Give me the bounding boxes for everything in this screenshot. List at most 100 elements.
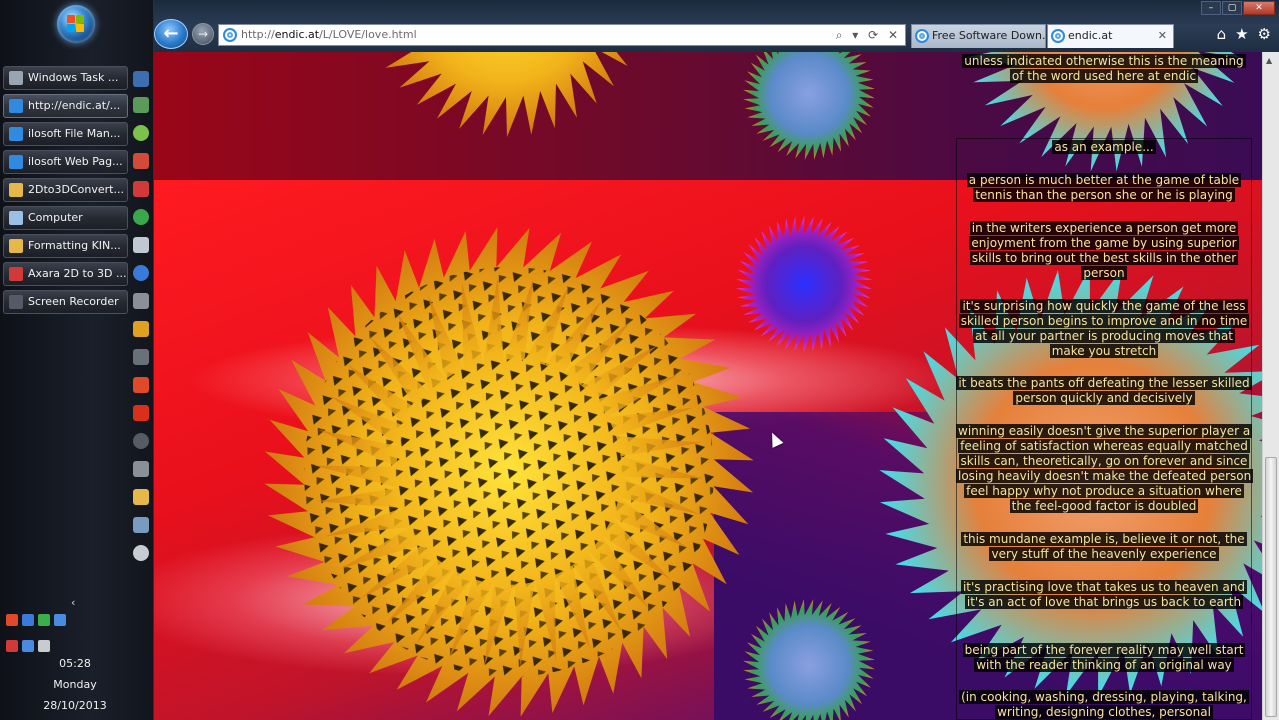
paragraph: it beats the pants off defeating the les… [956,376,1252,406]
scroll-up-arrow-icon[interactable]: ▲ [1266,56,1272,65]
taskbar-item-label: ilosoft File Man... [28,127,121,140]
url-path: /L/LOVE/love.html [319,28,417,41]
taskbar-item[interactable]: ilosoft Web Pag... [3,150,128,174]
tab-endic[interactable]: endic.at ✕ [1047,24,1174,48]
tray-app-icon[interactable] [38,614,50,626]
tray-app-icon[interactable] [22,614,34,626]
paragraph: a person is much better at the game of t… [956,173,1252,203]
quicklaunch-app-icon[interactable] [133,153,149,169]
quicklaunch-camera-icon[interactable] [133,293,149,309]
taskbar-item[interactable]: Screen Recorder [3,290,128,314]
quicklaunch-film-icon[interactable] [133,349,149,365]
close-button[interactable]: ✕ [1243,1,1275,15]
url-host: endic.at [274,28,320,41]
paragraph-text: this mundane example is, believe it or n… [961,532,1247,561]
paragraph-text: unless indicated otherwise this is the m… [962,54,1246,83]
browser-right-icons: ⌂ ★ ⚙ [1217,25,1271,43]
site-ie-icon [223,28,237,42]
quicklaunch-app-icon[interactable] [133,461,149,477]
clock-day: Monday [53,678,97,691]
ie-icon [9,127,23,141]
address-bar[interactable]: http://endic.at/L/LOVE/love.html ⌕ ▾ ⟳ ✕ [218,24,906,46]
clock-time[interactable]: 05:28 [0,657,150,670]
show-hidden-icons-chevron-icon[interactable]: ‹ [71,596,75,609]
taskbar-item[interactable]: Computer [3,206,128,230]
task-manager-icon [9,71,23,85]
taskbar-item-label: 2Dto3DConvert... [28,183,124,196]
quicklaunch-filezilla-icon[interactable] [133,405,149,421]
taskbar-item-label: Formatting KIN... [28,239,121,252]
paragraph-text: it's surprising how quickly the game of … [958,299,1250,358]
tray-app-icon[interactable] [54,614,66,626]
text-panel: unless indicated otherwise this is the m… [956,52,1254,720]
paragraph-text: a person is much better at the game of t… [966,173,1242,202]
paragraph-text: (in cooking, washing, dressing, playing,… [959,690,1249,719]
browser-toolbar: – ▢ ✕ ← → http://endic.at/L/LOVE/love.ht… [154,0,1279,52]
maximize-button[interactable]: ▢ [1222,1,1242,15]
start-button[interactable] [57,5,95,43]
taskbar-item-label: Screen Recorder [28,295,119,308]
paragraph: in the writers experience a person get m… [956,221,1252,281]
address-tools-icon[interactable]: ⌕ ▾ ⟳ ✕ [836,25,901,45]
tray-network-icon[interactable] [22,640,34,652]
windows-logo-icon [67,15,85,33]
quicklaunch-app-icon[interactable] [133,181,149,197]
url-prefix: http:// [241,28,275,41]
taskbar-item[interactable]: Axara 2D to 3D ... [3,262,128,286]
quicklaunch-folder-icon[interactable] [133,489,149,505]
taskbar-item[interactable]: 2Dto3DConvert... [3,178,128,202]
tab-close-icon[interactable]: ✕ [1158,25,1167,47]
quicklaunch-app-icon[interactable] [133,377,149,393]
taskbar-item-label: Axara 2D to 3D ... [28,267,127,280]
page-viewport[interactable]: unless indicated otherwise this is the m… [154,52,1262,720]
favorites-star-icon[interactable]: ★ [1235,25,1248,43]
computer-icon [9,211,23,225]
recorder-icon [9,295,23,309]
quicklaunch-notepad-icon[interactable] [133,237,149,253]
tray-flag-icon[interactable] [6,640,18,652]
taskbar-item[interactable]: http://endic.at/... [3,94,128,118]
tray-app-icon[interactable] [6,614,18,626]
paragraph: this mundane example is, believe it or n… [956,532,1252,562]
scroll-thumb[interactable] [1265,457,1277,717]
tools-gear-icon[interactable]: ⚙ [1258,25,1271,43]
taskbar-item[interactable]: Formatting KIN... [3,234,128,258]
paragraph: unless indicated otherwise this is the m… [956,54,1252,84]
minimize-button[interactable]: – [1201,1,1221,15]
paragraph: as an example... [956,140,1252,155]
quicklaunch-torrent-icon[interactable] [133,209,149,225]
tab-free-software[interactable]: Free Software Down... [911,24,1046,48]
taskbar-item[interactable]: Windows Task ... [3,66,128,90]
tab-label: Free Software Down... [932,29,1046,42]
taskbar-item-label: ilosoft Web Pag... [28,155,123,168]
ie-icon [9,99,23,113]
paragraph-text: it's practising love that takes us to he… [960,580,1248,609]
quicklaunch-app-icon[interactable] [133,433,149,449]
paragraph-text: in the writers experience a person get m… [969,221,1239,280]
quicklaunch-app-icon[interactable] [133,265,149,281]
tab-ie-icon [1051,29,1065,43]
tab-ie-icon [915,29,929,43]
back-button[interactable]: ← [154,19,188,49]
vertical-scrollbar[interactable]: ▲ [1262,52,1279,720]
folder-icon [9,239,23,253]
clock-date: 28/10/2013 [43,699,107,712]
paragraph-text: being part of the forever reality may we… [962,643,1246,672]
forward-button[interactable]: → [192,23,214,45]
tab-label: endic.at [1068,29,1113,42]
paragraph: it's practising love that takes us to he… [956,580,1252,610]
paragraph-text: it beats the pants off defeating the les… [956,376,1252,405]
taskbar-item[interactable]: ilosoft File Man... [3,122,128,146]
quicklaunch-network-icon[interactable] [133,97,149,113]
quicklaunch-app-icon[interactable] [133,517,149,533]
tray-volume-icon[interactable] [38,640,50,652]
quicklaunch-app-icon[interactable] [133,545,149,561]
paragraph: being part of the forever reality may we… [956,643,1252,673]
quicklaunch-app-icon[interactable] [133,125,149,141]
home-icon[interactable]: ⌂ [1217,25,1227,43]
quicklaunch-desktop-icon[interactable] [133,71,149,87]
ie-icon [9,155,23,169]
quicklaunch-star-icon[interactable] [133,321,149,337]
window-controls: – ▢ ✕ [1201,1,1275,15]
top-yellow-sphere [385,52,628,137]
